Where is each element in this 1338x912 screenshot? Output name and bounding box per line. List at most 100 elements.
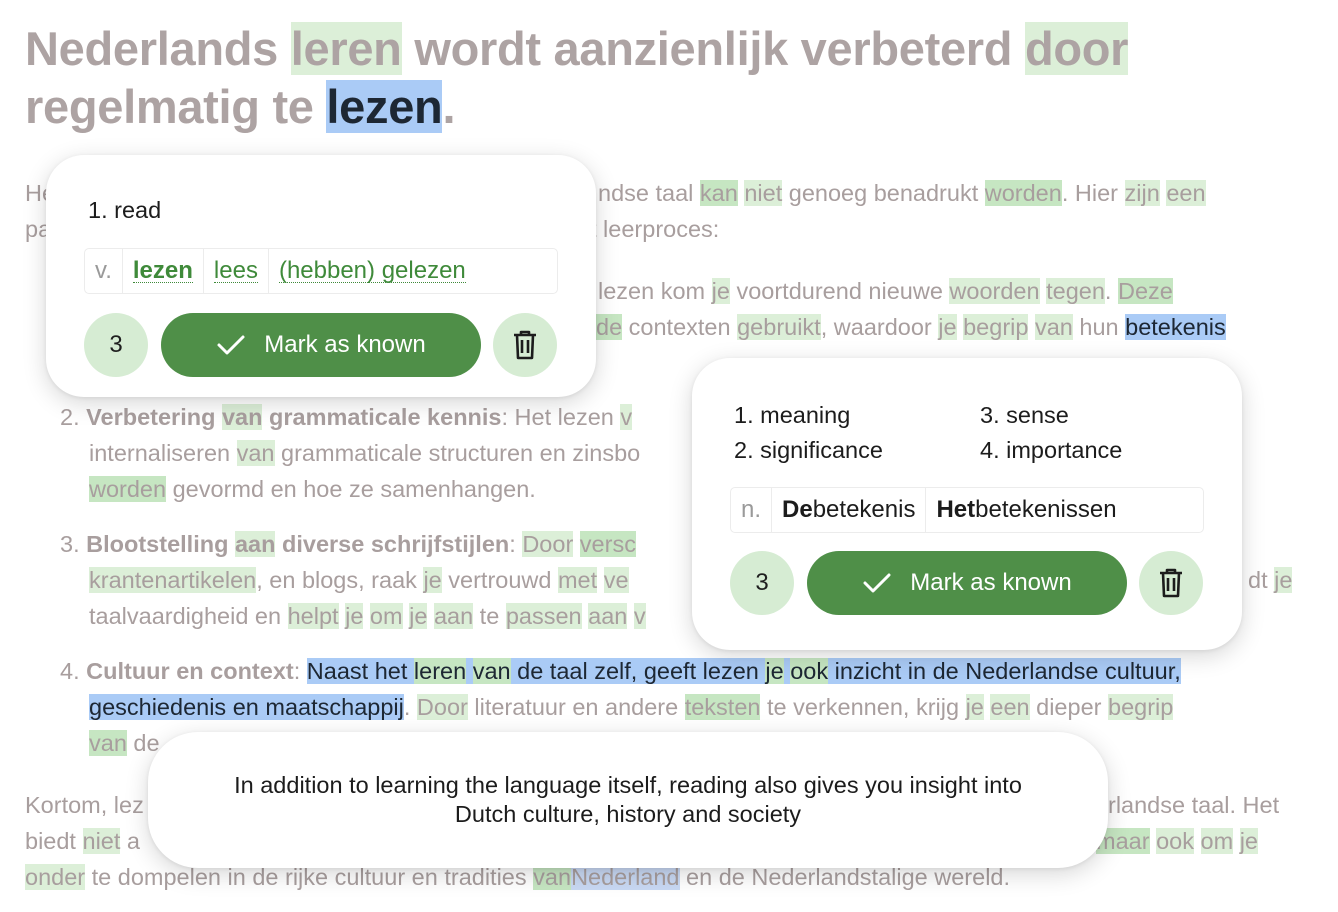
- word-je[interactable]: je: [1274, 567, 1293, 593]
- part-of-speech: v.: [95, 257, 112, 284]
- word-van[interactable]: van: [236, 440, 275, 466]
- word-met[interactable]: met: [557, 567, 598, 593]
- trash-icon: [1160, 568, 1182, 598]
- word-van[interactable]: van: [221, 404, 263, 430]
- translation-line: Dutch culture, history and society: [454, 801, 802, 827]
- word-om[interactable]: om: [369, 603, 403, 629]
- word-zijn[interactable]: zijn: [1124, 180, 1160, 206]
- item3-line-2: krantenartikelen, en blogs, raak je vert…: [89, 567, 629, 593]
- outro-line-1-right: rlandse taal. Het: [1108, 792, 1280, 818]
- word-van[interactable]: van: [89, 730, 127, 756]
- word-je[interactable]: je: [409, 603, 428, 629]
- word-krantenartikelen[interactable]: krantenartikelen: [89, 567, 257, 593]
- word-een[interactable]: een: [990, 694, 1030, 720]
- translation-line: In addition to learning the language its…: [234, 772, 1022, 798]
- word-fragment[interactable]: v: [633, 603, 646, 629]
- word-je[interactable]: je: [1239, 828, 1258, 854]
- item2-line-1: 2. Verbetering van grammaticale kennis: …: [60, 404, 633, 430]
- word-ook: ook: [790, 658, 829, 684]
- item4-line-2: geschiedenis en maatschappij. Door liter…: [89, 694, 1174, 720]
- outro-line-2-right: maar ook om je: [1096, 828, 1258, 855]
- definition-item: 1. read: [88, 197, 162, 223]
- word-je[interactable]: je: [965, 694, 984, 720]
- word-je[interactable]: je: [711, 278, 730, 304]
- word-fragment[interactable]: versc: [579, 531, 636, 557]
- word-passen[interactable]: passen: [505, 603, 582, 629]
- delete-button[interactable]: [1139, 551, 1203, 615]
- word-door[interactable]: Door: [522, 531, 574, 557]
- word-je: je: [765, 658, 784, 684]
- intro-line-2-right: t leerproces:: [590, 216, 720, 242]
- word-je[interactable]: je: [423, 567, 442, 593]
- mark-as-known-label: Mark as known: [264, 331, 426, 358]
- word-ook[interactable]: ook: [1156, 828, 1194, 854]
- item3-line-2-right: dt je: [1248, 567, 1293, 593]
- word-van[interactable]: van: [1034, 314, 1073, 340]
- outro-line-3: onder te dompelen in de rijke cultuur en…: [25, 864, 1011, 890]
- form-plural[interactable]: Het betekenissen: [925, 488, 1126, 532]
- mark-as-known-button[interactable]: Mark as known: [161, 313, 481, 377]
- part-of-speech: n.: [741, 496, 762, 523]
- word-fragment[interactable]: v: [620, 404, 633, 430]
- item1-line-2: de contexten gebruikt, waardoor je begri…: [596, 314, 1226, 340]
- word-tegen[interactable]: tegen: [1046, 278, 1105, 304]
- count-badge[interactable]: 3: [730, 551, 794, 615]
- word-een[interactable]: een: [1166, 180, 1206, 206]
- word-de[interactable]: de: [596, 314, 623, 340]
- word-deze[interactable]: Deze: [1117, 278, 1173, 304]
- word-je[interactable]: je: [345, 603, 364, 629]
- title-text: Nederlands: [25, 22, 291, 75]
- form-infinitive[interactable]: lezen: [132, 258, 193, 283]
- trash-icon: [514, 330, 536, 360]
- word-je[interactable]: je: [938, 314, 957, 340]
- word-niet[interactable]: niet: [82, 828, 121, 854]
- word-onder[interactable]: onder: [25, 864, 86, 890]
- check-icon: [217, 335, 245, 355]
- word-lezen-selected[interactable]: lezen: [326, 80, 443, 133]
- form-perfect[interactable]: (hebben) gelezen: [278, 258, 466, 283]
- definition-item: 4. importance: [980, 437, 1123, 463]
- word-aan[interactable]: aan: [588, 603, 628, 629]
- word-door[interactable]: door: [1024, 22, 1128, 75]
- word-worden[interactable]: worden: [984, 180, 1062, 206]
- word-popup-betekenis: 1. meaning 2. significance 3. sense 4. i…: [692, 358, 1242, 650]
- outro-line-1: Kortom, lez: [25, 792, 144, 818]
- page-title: Nederlands leren wordt aanzienlijk verbe…: [25, 20, 1128, 136]
- item2-line-3: worden gevormd en hoe ze samenhangen.: [89, 476, 536, 502]
- word-woorden[interactable]: woorden: [949, 278, 1040, 304]
- mark-as-known-label: Mark as known: [910, 569, 1072, 596]
- word-worden[interactable]: worden: [89, 476, 167, 502]
- word-teksten[interactable]: teksten: [684, 694, 761, 720]
- word-forms: n. De betekenis Het betekenissen: [730, 487, 1204, 533]
- word-begrip[interactable]: begrip: [963, 314, 1029, 340]
- word-gebruikt[interactable]: gebruikt: [737, 314, 821, 340]
- word-aan[interactable]: aan: [433, 603, 474, 629]
- selected-sentence-end[interactable]: geschiedenis en maatschappij: [89, 694, 404, 720]
- translation-tooltip: In addition to learning the language its…: [148, 732, 1108, 868]
- word-leren: leren: [413, 658, 467, 684]
- title-text: regelmatig te: [25, 80, 327, 133]
- word-kan[interactable]: kan: [699, 180, 738, 206]
- word-leren[interactable]: leren: [290, 22, 402, 75]
- delete-button[interactable]: [493, 313, 557, 377]
- word-fragment[interactable]: ve: [603, 567, 629, 593]
- word-helpt[interactable]: helpt: [287, 603, 339, 629]
- mark-as-known-button[interactable]: Mark as known: [807, 551, 1127, 615]
- word-door[interactable]: Door: [416, 694, 468, 720]
- check-icon: [863, 573, 891, 593]
- definition-item: 2. significance: [734, 437, 883, 463]
- item4-line-1: 4. Cultuur en context: Naast het leren v…: [60, 658, 1181, 684]
- word-begrip[interactable]: begrip: [1108, 694, 1174, 720]
- word-aan[interactable]: aan: [234, 531, 276, 557]
- item3-line-1: 3. Blootstelling aan diverse schrijfstij…: [60, 531, 636, 557]
- intro-line-1-right: ndse taal kan niet genoeg benadrukt word…: [598, 180, 1206, 206]
- word-betekenis-selected[interactable]: betekenis: [1125, 314, 1226, 340]
- count-badge[interactable]: 3: [84, 313, 148, 377]
- word-om[interactable]: om: [1200, 828, 1234, 854]
- title-text: .: [442, 80, 456, 133]
- selected-sentence[interactable]: Naast het leren van de taal zelf, geeft …: [306, 658, 1181, 684]
- item4-line-3: van de: [89, 730, 160, 756]
- form-singular[interactable]: De betekenis: [771, 488, 925, 532]
- word-niet[interactable]: niet: [744, 180, 783, 206]
- form-present[interactable]: lees: [213, 258, 258, 283]
